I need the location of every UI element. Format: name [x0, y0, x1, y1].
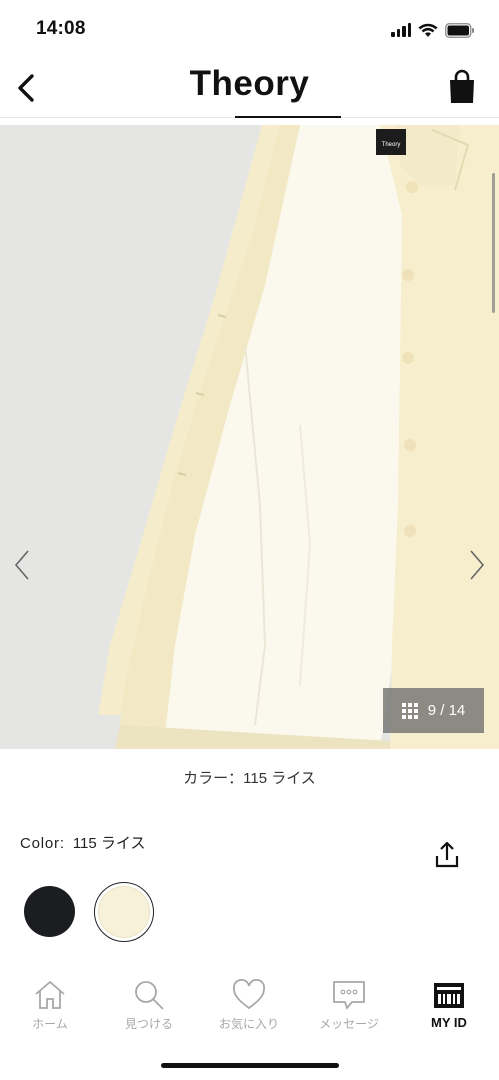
heart-icon	[232, 979, 266, 1010]
home-indicator	[161, 1063, 339, 1068]
tab-discover-label: 見つける	[124, 1017, 173, 1031]
tab-home-label: ホーム	[32, 1017, 68, 1031]
share-button[interactable]	[433, 840, 461, 870]
barcode-icon	[434, 983, 464, 1008]
tab-messages-label: メッセージ	[319, 1017, 379, 1031]
chevron-right-icon	[470, 550, 485, 580]
image-scroll-indicator	[492, 173, 495, 313]
status-time: 14:08	[36, 18, 86, 39]
color-swatch-black[interactable]	[24, 886, 75, 937]
next-image-button[interactable]	[463, 545, 491, 585]
image-counter-text: 9 / 14	[427, 702, 466, 719]
color-swatch-rice[interactable]	[98, 886, 150, 938]
signal-icon	[391, 23, 411, 37]
shopping-bag-icon	[450, 69, 474, 103]
image-counter-button[interactable]: 9 / 14	[383, 688, 484, 733]
color-value: 115 ライス	[72, 835, 146, 852]
tab-favorites[interactable]: お気に入り	[199, 975, 299, 1041]
product-photo[interactable]: Theory	[0, 125, 499, 749]
app-header: Theory	[0, 58, 499, 118]
shopping-bag-button[interactable]	[447, 69, 477, 105]
tab-home[interactable]: ホーム	[0, 975, 100, 1041]
color-selector-label: Color: 115 ライス	[20, 832, 145, 853]
product-image-gallery[interactable]: Theory 9 / 14	[0, 125, 499, 749]
header-underline	[235, 116, 341, 118]
status-icons	[391, 20, 475, 40]
previous-image-button[interactable]	[8, 545, 36, 585]
share-icon	[435, 841, 459, 868]
brand-logo[interactable]: Theory	[0, 64, 499, 104]
home-icon	[35, 980, 65, 1009]
tab-messages[interactable]: メッセージ	[299, 975, 399, 1041]
svg-text:Theory: Theory	[382, 142, 401, 148]
tab-bar: ホーム 見つける お気に入り メッセージ MY ID	[0, 975, 499, 1045]
search-icon	[135, 981, 164, 1010]
tab-discover[interactable]: 見つける	[99, 975, 199, 1041]
tab-favorites-label: お気に入り	[218, 1017, 279, 1031]
tab-my-id[interactable]: MY ID	[399, 975, 499, 1041]
chevron-left-icon	[14, 550, 29, 580]
status-bar: 14:08	[0, 0, 499, 58]
wifi-icon	[418, 23, 438, 37]
battery-icon	[445, 22, 474, 38]
message-icon	[333, 981, 365, 1010]
tab-my-id-label: MY ID	[431, 1015, 467, 1030]
color-label: Color:	[20, 835, 65, 852]
grid-icon	[401, 702, 418, 719]
color-caption: カラー：115 ライス	[183, 770, 316, 787]
